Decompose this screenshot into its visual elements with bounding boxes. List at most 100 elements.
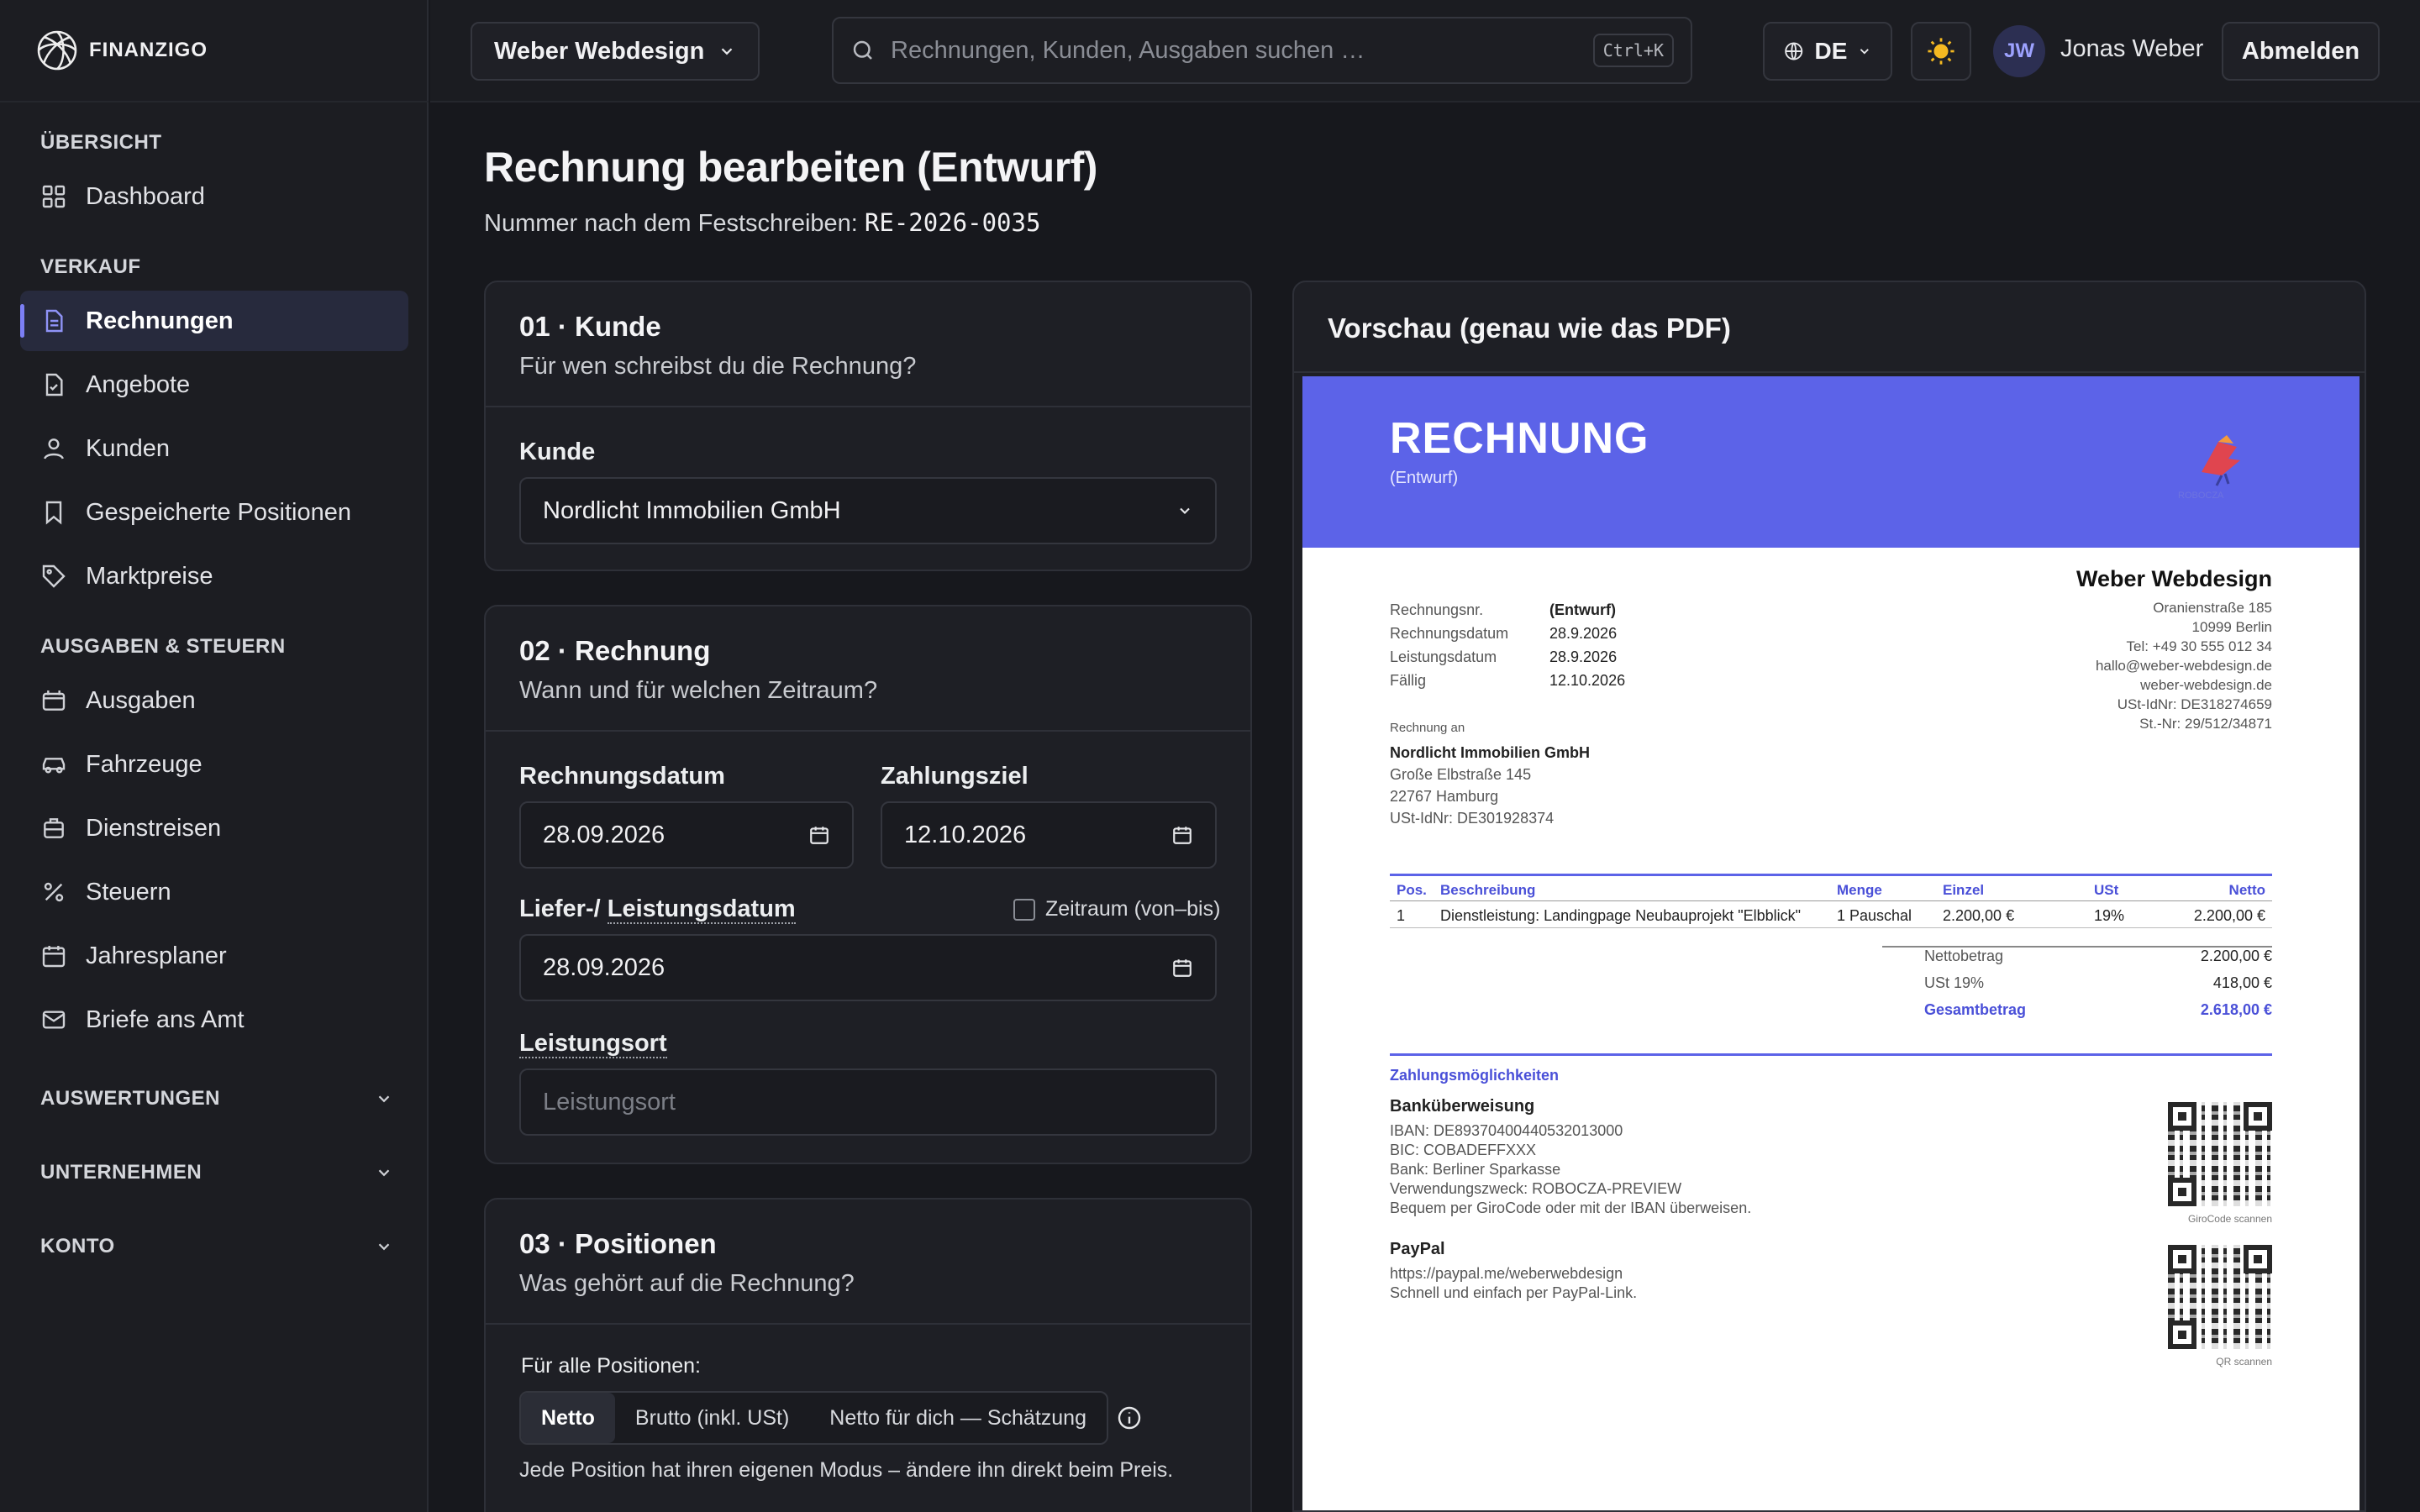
buyer-line: USt-IdNr: DE301928374 <box>1390 810 1555 827</box>
customer-select[interactable]: Nordlicht Immobilien GmbH <box>519 477 1217 544</box>
card-subtitle: Wann und für welchen Zeitraum? <box>519 677 878 704</box>
table-rule <box>1390 874 2272 876</box>
sidebar-item-business-trips[interactable]: Dienstreisen <box>20 798 408 858</box>
qr-finder <box>2168 1178 2196 1206</box>
service-date-label: Liefer-/ Leistungsdatum <box>519 895 796 924</box>
mode-brutto[interactable]: Brutto (inkl. USt) <box>615 1393 809 1443</box>
mode-estimate[interactable]: Netto für dich — Schätzung <box>809 1393 1107 1443</box>
table-cell: 2.200,00 € <box>2193 907 2265 924</box>
sidebar-item-label: Dienstreisen <box>86 814 222 842</box>
chevron-down-icon <box>378 1169 390 1177</box>
mail-icon <box>42 1011 66 1029</box>
logo-text: FINANZIGO <box>89 39 208 61</box>
sidebar-item-dashboard[interactable]: Dashboard <box>20 166 408 227</box>
sidebar-item-invoices[interactable]: Rechnungen <box>20 291 408 351</box>
buyer-line: 22767 Hamburg <box>1390 788 1499 805</box>
service-place-label: Leistungsort <box>519 1030 667 1058</box>
invoice-date-label: Rechnungsdatum <box>519 763 725 790</box>
grand-total-label: Gesamtbetrag <box>1924 1001 2027 1018</box>
meta-label: Rechnungsdatum <box>1390 625 1509 642</box>
table-cell: 1 Pauschal <box>1837 907 1912 924</box>
customer-label: Kunde <box>519 438 596 465</box>
service-place-input[interactable]: Leistungsort <box>519 1068 1217 1136</box>
sidebar-group-account[interactable]: KONTO <box>40 1235 393 1258</box>
sidebar-item-expenses[interactable]: Ausgaben <box>20 670 408 731</box>
mode-netto[interactable]: Netto <box>521 1393 615 1443</box>
sidebar-item-label: Kunden <box>86 434 170 462</box>
qr-finder <box>2168 1320 2196 1349</box>
paypal-title: PayPal <box>1390 1240 1445 1258</box>
seller-line: hallo@weber-webdesign.de <box>2095 658 2272 674</box>
bank-line: BIC: COBADEFFXXX <box>1390 1142 1537 1158</box>
calendar-icon <box>810 827 829 844</box>
bank-line: Bequem per GiroCode oder mit der IBAN üb… <box>1390 1200 1752 1216</box>
price-mode-toggle[interactable]: Netto Brutto (inkl. USt) Netto für dich … <box>519 1391 1108 1445</box>
info-icon[interactable] <box>1116 1404 1143 1431</box>
sidebar-item-label: Dashboard <box>86 182 205 210</box>
document-subtitle: (Entwurf) <box>1390 469 1459 487</box>
sidebar-item-year-planner[interactable]: Jahresplaner <box>20 926 408 986</box>
seller-line: weber-webdesign.de <box>2140 677 2272 693</box>
invoice-date-input[interactable]: 28.09.2026 <box>519 801 854 869</box>
sidebar-item-taxes[interactable]: Steuern <box>20 862 408 922</box>
sidebar-item-customers[interactable]: Kunden <box>20 418 408 479</box>
payment-rule <box>1390 1053 2272 1056</box>
logout-button[interactable]: Abmelden <box>2222 22 2380 81</box>
briefcase-icon <box>44 818 64 838</box>
sidebar-item-label: Briefe ans Amt <box>86 1005 245 1033</box>
sidebar-group-company[interactable]: UNTERNEHMEN <box>40 1161 393 1184</box>
sidebar-item-label: Angebote <box>86 370 191 398</box>
search-input[interactable]: Rechnungen, Kunden, Ausgaben suchen … <box>891 37 1578 65</box>
giro-caption: GiroCode scannen <box>2187 1213 2272 1225</box>
due-date-input[interactable]: 12.10.2026 <box>881 801 1217 869</box>
sidebar-item-letters[interactable]: Briefe ans Amt <box>20 990 408 1050</box>
buyer-name: Nordlicht Immobilien GmbH <box>1390 744 1591 761</box>
for-all-label: Für alle Positionen: <box>521 1354 702 1378</box>
meta-value: (Entwurf) <box>1549 601 1616 618</box>
company-switcher[interactable]: Weber Webdesign <box>471 22 760 81</box>
sidebar-item-market-prices[interactable]: Marktpreise <box>20 546 408 606</box>
total-value: 2.200,00 € <box>2200 948 2272 964</box>
divider <box>1294 371 2365 373</box>
table-header: Menge <box>1837 882 1882 898</box>
pdf-preview: Vorschau (genau wie das PDF) RECHNUNG (E… <box>1292 281 2366 1512</box>
sidebar-item-saved-positions[interactable]: Gespeicherte Positionen <box>20 482 408 543</box>
range-label: Zeitraum (von–bis) <box>1045 897 1221 921</box>
global-search[interactable]: Rechnungen, Kunden, Ausgaben suchen … Ct… <box>832 17 1692 84</box>
document-icon <box>45 309 63 333</box>
sidebar-item-vehicles[interactable]: Fahrzeuge <box>20 734 408 795</box>
service-date-input[interactable]: 28.09.2026 <box>519 934 1217 1001</box>
buyer-line: Große Elbstraße 145 <box>1390 766 1532 783</box>
search-shortcut: Ctrl+K <box>1592 34 1674 67</box>
table-cell: 1 <box>1397 907 1406 924</box>
invoice-number-label: Nummer nach dem Festschreiben: <box>484 210 858 237</box>
avatar[interactable]: JW <box>1993 25 2045 77</box>
invoice-card: 02 · Rechnung Wann und für welchen Zeitr… <box>484 605 1252 1164</box>
app-logo[interactable]: FINANZIGO <box>34 25 208 76</box>
paypal-line: Schnell und einfach per PayPal-Link. <box>1390 1284 1638 1301</box>
page-title: Rechnung bearbeiten (Entwurf) <box>484 144 1097 191</box>
sidebar-group-label: KONTO <box>40 1235 115 1257</box>
table-cell: 2.200,00 € <box>1943 907 2015 924</box>
theme-toggle-button[interactable] <box>1911 22 1971 81</box>
sidebar-group-reports[interactable]: AUSWERTUNGEN <box>40 1087 393 1110</box>
chevron-down-icon <box>1860 49 1870 55</box>
user-name[interactable]: Jonas Weber <box>2060 35 2203 63</box>
chevron-down-icon <box>378 1095 390 1103</box>
checkbox-box[interactable] <box>1013 898 1035 921</box>
bank-line: Verwendungszweck: ROBOCZA-PREVIEW <box>1390 1180 1682 1197</box>
table-rule <box>1390 900 2272 901</box>
chevron-down-icon <box>1180 507 1190 514</box>
table-header: Netto <box>2228 882 2265 898</box>
table-header: USt <box>2094 882 2119 898</box>
chevron-down-icon <box>721 48 733 55</box>
sidebar-item-offers[interactable]: Angebote <box>20 354 408 415</box>
seller-line: St.-Nr: 29/512/34871 <box>2139 716 2272 732</box>
bill-to-label: Rechnung an <box>1390 721 1465 735</box>
section-title-expenses-taxes: AUSGABEN & STEUERN <box>40 635 286 658</box>
sidebar-item-label: Marktpreise <box>86 562 213 590</box>
language-switcher[interactable]: DE <box>1763 22 1892 81</box>
range-checkbox[interactable]: Zeitraum (von–bis) <box>1013 897 1220 921</box>
service-date-label-b: Leistungsdatum <box>607 895 796 924</box>
chevron-down-icon <box>378 1243 390 1251</box>
